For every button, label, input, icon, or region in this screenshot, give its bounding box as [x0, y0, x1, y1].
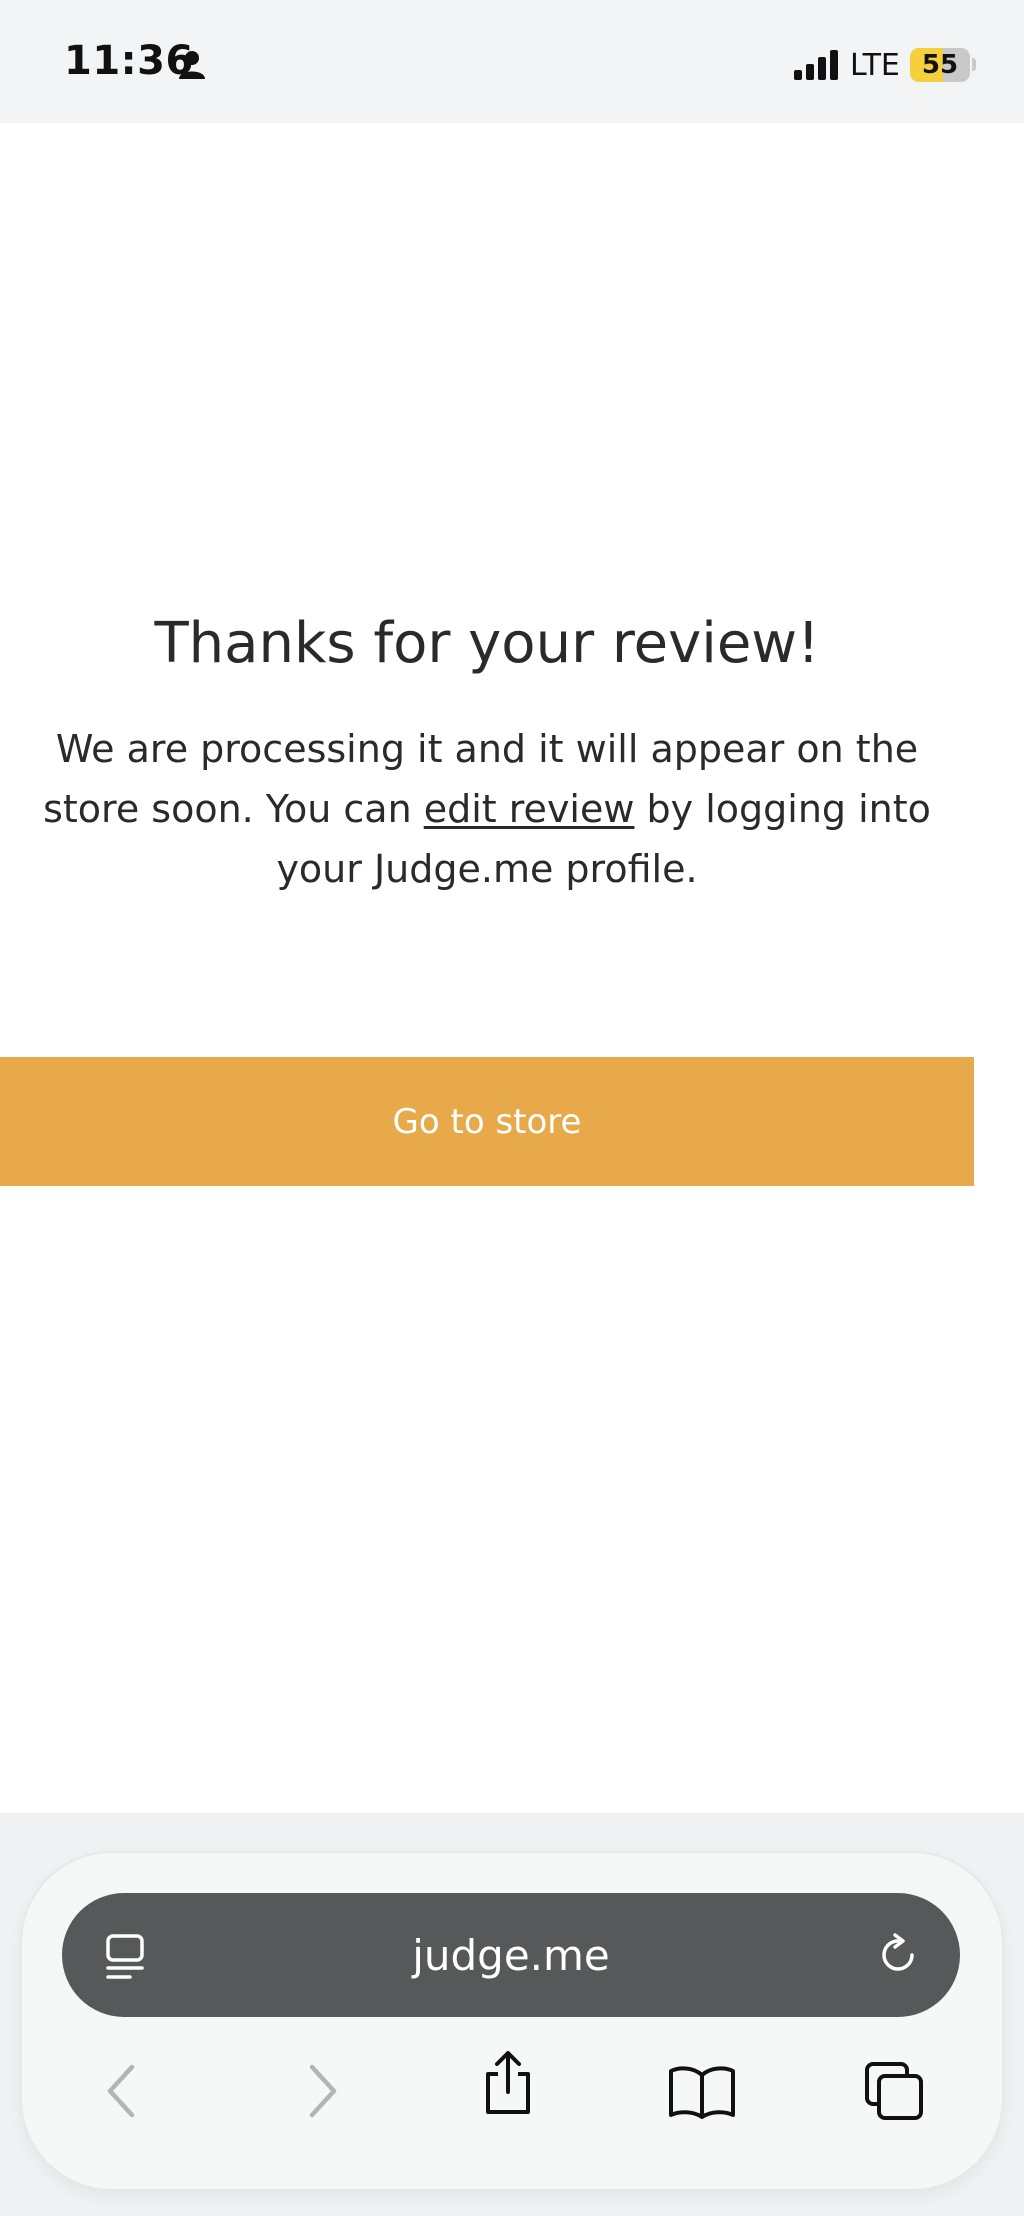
reload-icon[interactable] — [874, 1931, 922, 1979]
reader-icon[interactable] — [104, 1933, 148, 1981]
battery-percent: 55 — [921, 50, 959, 80]
back-icon[interactable] — [102, 2061, 142, 2121]
battery-nub — [972, 58, 976, 71]
browser-toolbar: judge.me — [0, 1813, 1024, 2216]
status-time: 11:36 — [64, 38, 194, 84]
tabs-button[interactable] — [854, 2051, 934, 2131]
bookmarks-icon[interactable] — [667, 2063, 737, 2119]
page-title: Thanks for your review! — [154, 611, 820, 676]
back-button[interactable] — [82, 2051, 162, 2131]
bookmarks-button[interactable] — [662, 2051, 742, 2131]
share-button[interactable] — [468, 2043, 548, 2123]
toolbar-card: judge.me — [22, 1853, 1002, 2189]
status-bar: 11:36 LTE 55 — [0, 0, 1024, 123]
tabs-icon[interactable] — [863, 2060, 925, 2122]
person-icon — [179, 51, 205, 79]
page-content: Thanks for your review! We are processin… — [0, 123, 1024, 1813]
edit-review-link[interactable]: edit review — [424, 787, 635, 831]
network-type: LTE — [850, 48, 900, 83]
share-icon[interactable] — [480, 2050, 536, 2116]
confirmation-message: We are processing it and it will appear … — [20, 719, 954, 899]
url-text[interactable]: judge.me — [62, 1893, 960, 2017]
forward-icon[interactable] — [302, 2061, 342, 2121]
forward-button[interactable] — [282, 2051, 362, 2131]
cellular-signal-icon — [794, 50, 838, 80]
address-bar[interactable]: judge.me — [62, 1893, 960, 2017]
go-to-store-button[interactable]: Go to store — [0, 1057, 974, 1186]
battery-icon: 55 — [910, 48, 970, 82]
